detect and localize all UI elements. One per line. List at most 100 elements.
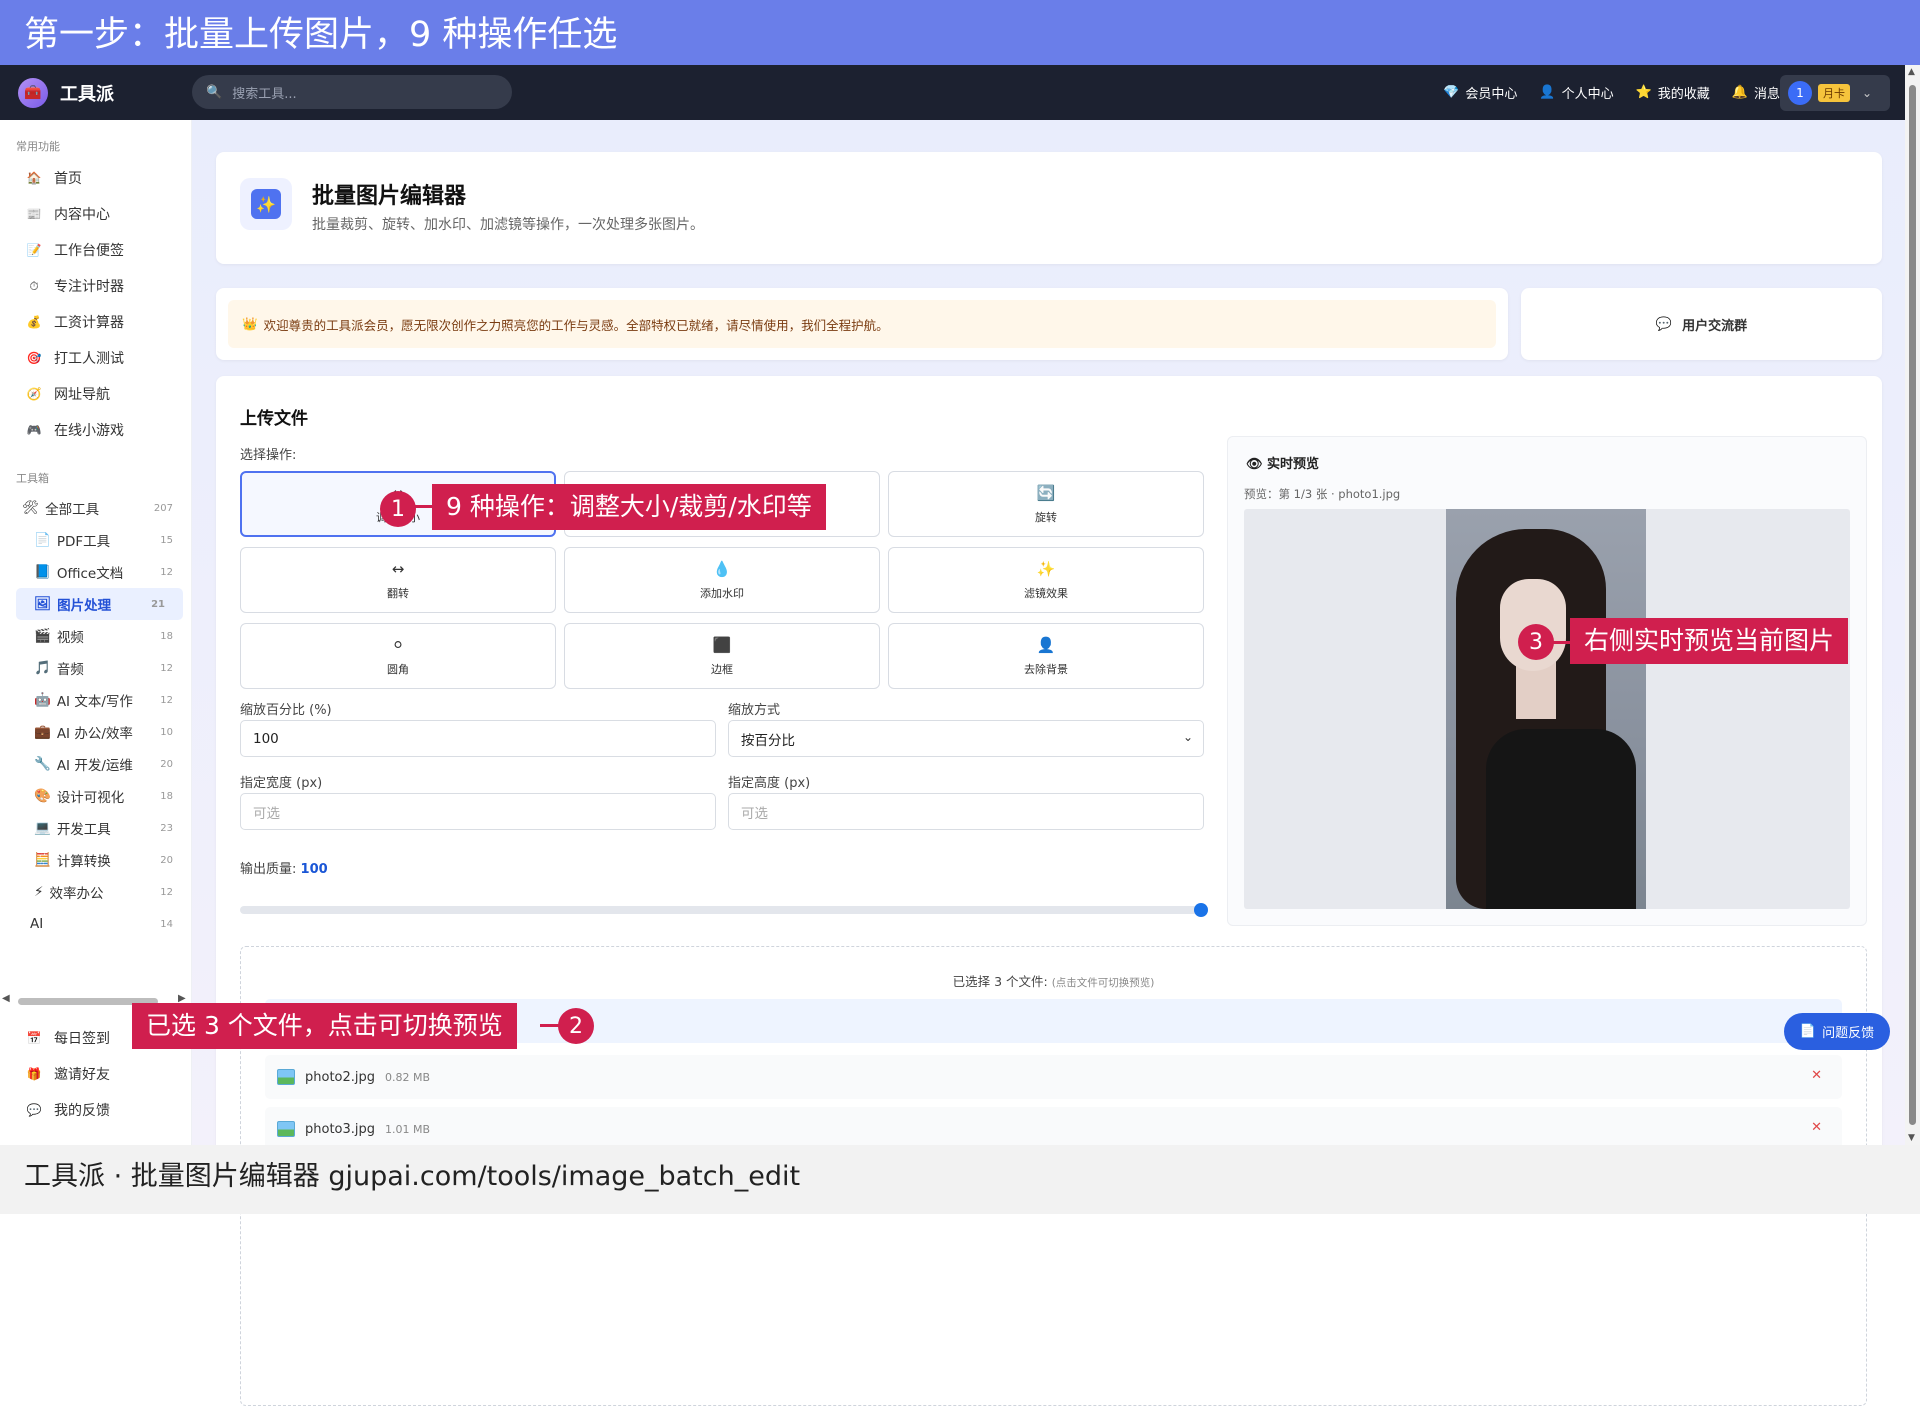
pdf-icon: 📄 (34, 532, 51, 548)
nav-favorites[interactable]: ⭐ 我的收藏 (1636, 83, 1710, 102)
page-vertical-scrollbar[interactable]: ▲ ▼ (1905, 65, 1920, 1145)
sparkle-icon: ✨ (251, 189, 281, 219)
count-badge: 21 (151, 598, 165, 610)
preview-panel: 👁 实时预览 预览：第 1/3 张 · photo1.jpg (1227, 436, 1867, 926)
sidebar-item-content[interactable]: 📰 内容中心 (0, 196, 191, 232)
close-icon[interactable]: ✕ (1811, 1120, 1822, 1135)
user-menu[interactable]: 1 月卡 ⌄ (1780, 75, 1890, 111)
quality-value: 100 (300, 862, 328, 877)
sidebar-item-notes[interactable]: 📝 工作台便签 (0, 232, 191, 268)
tutorial-banner: 第一步：批量上传图片，9 种操作任选 (0, 0, 1920, 65)
mode-select[interactable]: 按百分比 ⌄ (728, 720, 1204, 757)
sidebar-item-label: 我的反馈 (54, 1103, 110, 1119)
toolbox-icon[interactable]: 🧰 (18, 78, 48, 108)
document-icon: 📄 (1799, 1024, 1817, 1039)
sidebar-item-office[interactable]: 📘 Office文档 12 (0, 556, 191, 588)
nav-personal-center[interactable]: 👤 个人中心 (1539, 83, 1613, 102)
palette-icon: 🎨 (34, 788, 51, 804)
nav-messages[interactable]: 🔔 消息 (1732, 83, 1780, 102)
scrollbar-thumb[interactable] (1909, 85, 1916, 1125)
user-group-button[interactable]: 💬 用户交流群 (1521, 288, 1882, 360)
file-size: 0.82 MB (385, 1070, 431, 1084)
sidebar-item-my-feedback[interactable]: 💬 我的反馈 (0, 1092, 191, 1128)
sidebar-item-label: 网址导航 (54, 387, 110, 403)
sidebar-item-efficiency[interactable]: ⚡ 效率办公 12 (0, 876, 191, 908)
sidebar-item-salary[interactable]: 💰 工资计算器 (0, 304, 191, 340)
sidebar-item-pdf[interactable]: 📄 PDF工具 15 (0, 524, 191, 556)
membership-badge: 月卡 (1818, 84, 1850, 102)
callout-2: 已选 3 个文件，点击可切换预览 (132, 1003, 517, 1049)
close-icon[interactable]: ✕ (1811, 1068, 1822, 1083)
circle-icon: ⚪ (391, 635, 405, 654)
user-group-label: 用户交流群 (1682, 318, 1748, 334)
star-icon: ⭐ (1635, 85, 1652, 100)
file-count: 已选择 3 个文件: (952, 974, 1048, 989)
feedback-button[interactable]: 📄 问题反馈 (1784, 1013, 1890, 1050)
height-input[interactable]: 可选 (728, 793, 1204, 830)
callout-3: 右侧实时预览当前图片 (1570, 618, 1849, 664)
app-name[interactable]: 工具派 (60, 80, 114, 106)
op-label: 旋转 (1035, 510, 1057, 524)
sidebar-item-ai-office[interactable]: 💼 AI 办公/效率 10 (0, 716, 191, 748)
quality-slider[interactable] (240, 903, 1208, 917)
sidebar-item-devtools[interactable]: 💻 开发工具 23 (0, 812, 191, 844)
sidebar-item-all-tools[interactable]: 🛠 全部工具 207 (0, 492, 191, 524)
scroll-left-icon[interactable]: ◀ (2, 993, 10, 1004)
nav-member-center[interactable]: 💎 会员中心 (1443, 83, 1517, 102)
op-remove-bg[interactable]: 👤 去除背景 (888, 623, 1204, 689)
person-icon: 👤 (1036, 635, 1056, 654)
search-input[interactable]: 🔍 搜索工具... (192, 75, 512, 109)
robot-icon: 🤖 (34, 692, 51, 708)
crown-icon: 👑 (242, 316, 258, 331)
count-badge: 12 (160, 886, 173, 898)
sidebar-item-video[interactable]: 🎬 视频 18 (0, 620, 191, 652)
file-hint: (点击文件可切换预览) (1051, 977, 1155, 989)
width-input[interactable]: 可选 (240, 793, 716, 830)
scale-label: 缩放百分比 (%) (240, 703, 332, 718)
sidebar-item-audio[interactable]: 🎵 音频 12 (0, 652, 191, 684)
sidebar-item-calc[interactable]: 🧮 计算转换 20 (0, 844, 191, 876)
count-badge: 18 (160, 790, 173, 802)
width-label: 指定宽度 (px) (240, 776, 323, 791)
wrench-icon: 🔧 (34, 756, 51, 772)
sidebar-item-test[interactable]: 🎯 打工人测试 (0, 340, 191, 376)
scroll-down-icon[interactable]: ▼ (1908, 1133, 1915, 1143)
sidebar-item-image[interactable]: 🖼 图片处理 21 (16, 588, 183, 620)
sidebar-item-label: 图片处理 (57, 598, 112, 614)
sidebar-section-tools: 工具箱 (16, 472, 49, 485)
sidebar-item-ai-dev[interactable]: 🔧 AI 开发/运维 20 (0, 748, 191, 780)
op-label: 圆角 (387, 662, 409, 676)
file-row[interactable]: photo2.jpg 0.82 MB ✕ (265, 1055, 1842, 1099)
sidebar-item-home[interactable]: 🏠 首页 (0, 160, 191, 196)
preview-title-row: 👁 实时预览 (1246, 453, 1319, 472)
sidebar-section-common: 常用功能 (16, 140, 60, 153)
sidebar-item-ai[interactable]: AI 14 (0, 908, 191, 940)
gamepad-icon: 🎮 (26, 423, 42, 437)
sidebar-item-ai-writing[interactable]: 🤖 AI 文本/写作 12 (0, 684, 191, 716)
sidebar-item-invite[interactable]: 🎁 邀请好友 (0, 1056, 191, 1092)
op-rotate[interactable]: 🔄 旋转 (888, 471, 1204, 537)
scale-input[interactable]: 100 (240, 720, 716, 757)
callout-3-number: 3 (1518, 624, 1554, 660)
top-nav: 💎 会员中心 👤 个人中心 ⭐ 我的收藏 🔔 消息 (1443, 65, 1780, 120)
section-title: 上传文件 (240, 409, 308, 429)
sidebar-item-label: 在线小游戏 (54, 423, 124, 439)
op-watermark[interactable]: 💧 添加水印 (564, 547, 880, 613)
sidebar-item-timer[interactable]: ⏱ 专注计时器 (0, 268, 191, 304)
user-group-card[interactable]: 💬 用户交流群 (1521, 288, 1882, 360)
sidebar-item-label: AI 开发/运维 (56, 758, 133, 774)
slider-thumb[interactable] (1194, 903, 1208, 917)
sidebar-item-design[interactable]: 🎨 设计可视化 18 (0, 780, 191, 812)
welcome-text: 欢迎尊贵的工具派会员，愿无限次创作之力照亮您的工作与灵感。全部特权已就绪，请尽情… (263, 317, 889, 333)
op-border[interactable]: ⬛ 边框 (564, 623, 880, 689)
op-flip[interactable]: ↔ 翻转 (240, 547, 556, 613)
preview-subtitle: 预览：第 1/3 张 · photo1.jpg (1244, 487, 1401, 501)
scroll-up-icon[interactable]: ▲ (1908, 67, 1915, 77)
op-filter[interactable]: ✨ 滤镜效果 (888, 547, 1204, 613)
flip-icon: ↔ (391, 559, 405, 578)
sidebar-item-games[interactable]: 🎮 在线小游戏 (0, 412, 191, 448)
timer-icon: ⏱ (29, 278, 39, 293)
op-label: 翻转 (387, 586, 409, 600)
op-rounded[interactable]: ⚪ 圆角 (240, 623, 556, 689)
sidebar-item-nav[interactable]: 🧭 网址导航 (0, 376, 191, 412)
